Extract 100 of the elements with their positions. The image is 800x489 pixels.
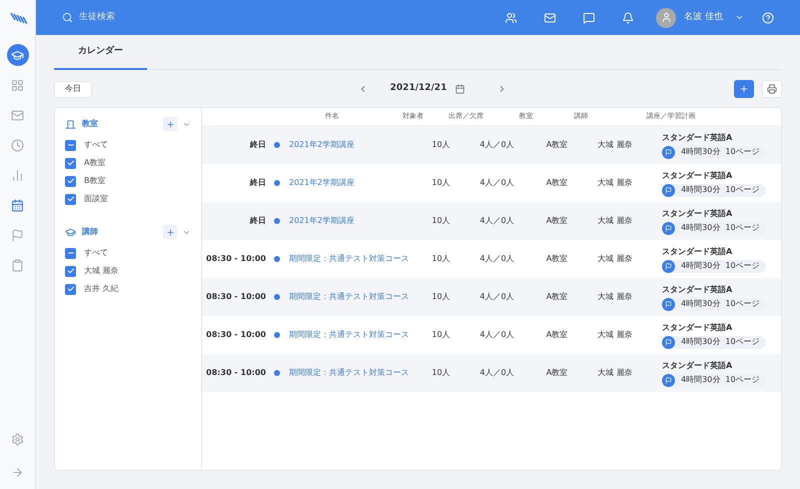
plus-icon — [739, 84, 749, 94]
checkbox[interactable] — [65, 140, 76, 150]
checkbox[interactable] — [65, 266, 76, 276]
plan-text: 4時間30分 10ページ — [681, 260, 760, 272]
print-button[interactable] — [762, 80, 782, 98]
table-cell-text: 大城 麗奈 — [596, 329, 634, 341]
table-cell-text: A教室 — [545, 253, 569, 265]
time-cell-text: 終日 — [248, 139, 266, 151]
graduation-cap-icon — [11, 48, 24, 62]
logo-icon — [8, 10, 26, 26]
table-cell-text: 10人 — [430, 367, 452, 379]
table-cell-text: 大城 麗奈 — [596, 253, 634, 265]
add-filter-button[interactable] — [163, 117, 177, 131]
plan-text: 4時間30分 10ページ — [681, 374, 760, 386]
bar-chart-icon — [11, 168, 24, 182]
caret-icon — [735, 13, 744, 22]
add-filter-button[interactable] — [163, 225, 177, 239]
table-cell-text: 4人／0人 — [478, 367, 516, 379]
table-cell-text: A教室 — [545, 367, 569, 379]
tab[interactable]: カレンダー — [54, 35, 147, 70]
flag-icon — [11, 228, 24, 242]
event-link[interactable]: 期間限定：共通テスト対策コース — [289, 367, 421, 379]
checkbox[interactable] — [65, 194, 76, 204]
table-cell-text: A教室 — [545, 329, 569, 341]
table-cell-text: A教室 — [545, 215, 569, 227]
check-icon — [66, 159, 74, 167]
logout-button[interactable] — [11, 466, 24, 479]
filter-label: すべて — [84, 247, 108, 259]
filter-title: 講師 — [82, 226, 98, 238]
table-cell-text: A教室 — [545, 291, 569, 303]
table-cell-text: 4人／0人 — [478, 177, 516, 189]
time-cell-text: 08:30 - 10:00 — [205, 291, 266, 303]
flag-icon — [665, 338, 672, 346]
filter-title: 教室 — [82, 118, 98, 130]
table-cell-text: 4人／0人 — [478, 291, 516, 303]
plan-text: 4時間30分 10ページ — [681, 146, 760, 158]
filter-label: すべて — [84, 139, 108, 151]
mail-icon — [544, 12, 556, 24]
table-cell-text: 4人／0人 — [478, 139, 516, 151]
settings-button[interactable] — [11, 433, 24, 446]
add-button[interactable] — [734, 80, 754, 98]
check-icon — [66, 195, 74, 203]
chat-icon — [583, 12, 596, 24]
table-cell-text: 大城 麗奈 — [596, 367, 634, 379]
time-cell-text: 08:30 - 10:00 — [205, 253, 266, 265]
event-link[interactable]: 期間限定：共通テスト対策コース — [289, 329, 421, 341]
event-link[interactable]: 2021年2学期講座 — [289, 215, 421, 227]
table-cell-text: 10人 — [430, 139, 452, 151]
table-cell-text: 4人／0人 — [478, 329, 516, 341]
avatar[interactable] — [656, 8, 676, 28]
event-link[interactable]: 期間限定：共通テスト対策コース — [289, 291, 421, 303]
flag-icon — [665, 300, 672, 308]
today-button[interactable]: 今日 — [54, 80, 92, 98]
clock-icon — [11, 138, 24, 152]
search-input[interactable]: 生徒検索 — [79, 10, 229, 24]
check-icon — [66, 285, 74, 293]
checkbox[interactable] — [65, 158, 76, 168]
checkbox[interactable] — [65, 176, 76, 186]
table-cell-text: 10人 — [430, 253, 452, 265]
course-name: スタンダード英語A — [662, 208, 734, 220]
plan-text: 4時間30分 10ページ — [681, 336, 760, 348]
course-name: スタンダード英語A — [662, 322, 734, 334]
flag-icon — [665, 262, 672, 270]
event-link[interactable]: 2021年2学期講座 — [289, 177, 421, 189]
table-cell-text: 10人 — [430, 291, 452, 303]
course-name: スタンダード英語A — [662, 132, 734, 144]
time-cell-text: 終日 — [248, 215, 266, 227]
arrow-right-icon — [11, 466, 24, 479]
user-name: 名波 佳也 — [684, 10, 723, 24]
grid-icon — [11, 78, 24, 92]
calendar-icon — [454, 84, 465, 94]
plan-text: 4時間30分 10ページ — [681, 222, 760, 234]
table-cell-text: 大城 麗奈 — [596, 291, 634, 303]
table-cell-text: A教室 — [545, 139, 569, 151]
table-cell-text: 4人／0人 — [478, 253, 516, 265]
table-cell-text: A教室 — [545, 177, 569, 189]
event-link[interactable]: 期間限定：共通テスト対策コース — [289, 253, 421, 265]
filter-label: 吉井 久紀 — [84, 283, 119, 295]
flag-icon — [665, 376, 672, 384]
course-name: スタンダード英語A — [662, 170, 734, 182]
event-link[interactable]: 2021年2学期講座 — [289, 139, 421, 151]
flag-icon — [665, 186, 672, 194]
search-icon — [62, 12, 73, 23]
date-label[interactable]: 2021/12/21 — [390, 82, 447, 96]
checkbox[interactable] — [65, 248, 76, 258]
flag-icon — [665, 224, 672, 232]
mail-icon — [11, 108, 24, 122]
table-cell-text: 4人／0人 — [478, 215, 516, 227]
plan-text: 4時間30分 10ページ — [681, 298, 760, 310]
course-name: スタンダード英語A — [662, 360, 734, 372]
bell-icon — [622, 12, 634, 24]
course-name: スタンダード英語A — [662, 284, 734, 296]
calendar-icon — [11, 198, 24, 212]
filter-label: 面談室 — [84, 193, 108, 205]
table-cell-text: 大城 麗奈 — [596, 177, 634, 189]
checkbox[interactable] — [65, 284, 76, 294]
plan-text: 4時間30分 10ページ — [681, 184, 760, 196]
plus-icon — [166, 120, 174, 128]
course-name: スタンダード英語A — [662, 246, 734, 258]
sidebar-item[interactable] — [6, 44, 28, 66]
